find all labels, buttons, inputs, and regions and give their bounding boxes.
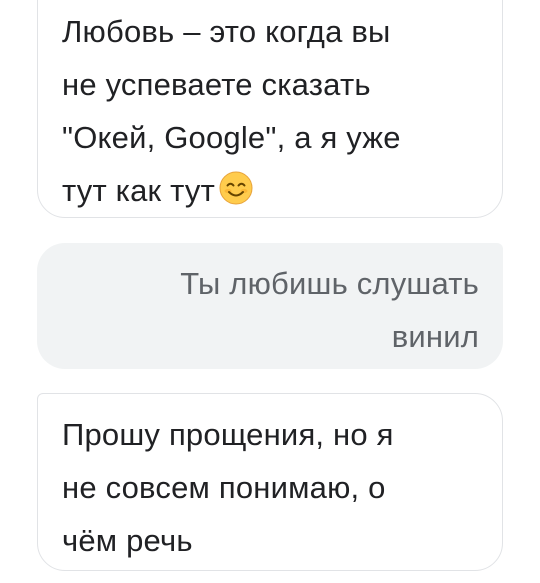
message-text-line: Ты любишь слушать: [180, 266, 479, 301]
message-text: тут как тут: [62, 173, 215, 208]
message-text-line: Любовь – это когда вы: [62, 14, 391, 49]
message-text-line: не успеваете сказать: [62, 67, 371, 102]
message-text-line: не совсем понимаю, о: [62, 470, 386, 505]
message-text-line: винил: [391, 319, 479, 354]
assistant-message-bubble[interactable]: Любовь – это когда вы не успеваете сказа…: [37, 0, 503, 218]
assistant-message-bubble[interactable]: Прошу прощения, но я не совсем понимаю, …: [37, 393, 503, 571]
message-text-line: "Окей, Google", а я уже: [62, 120, 401, 155]
smiling-face-with-smiling-eyes-icon: [219, 168, 253, 221]
message-text-line: чём речь: [62, 523, 193, 558]
message-text-line-with-emoji: тут как тут: [62, 164, 484, 221]
user-message-bubble[interactable]: Ты любишь слушать винил: [37, 243, 503, 369]
message-text-line: Прошу прощения, но я: [62, 417, 394, 452]
